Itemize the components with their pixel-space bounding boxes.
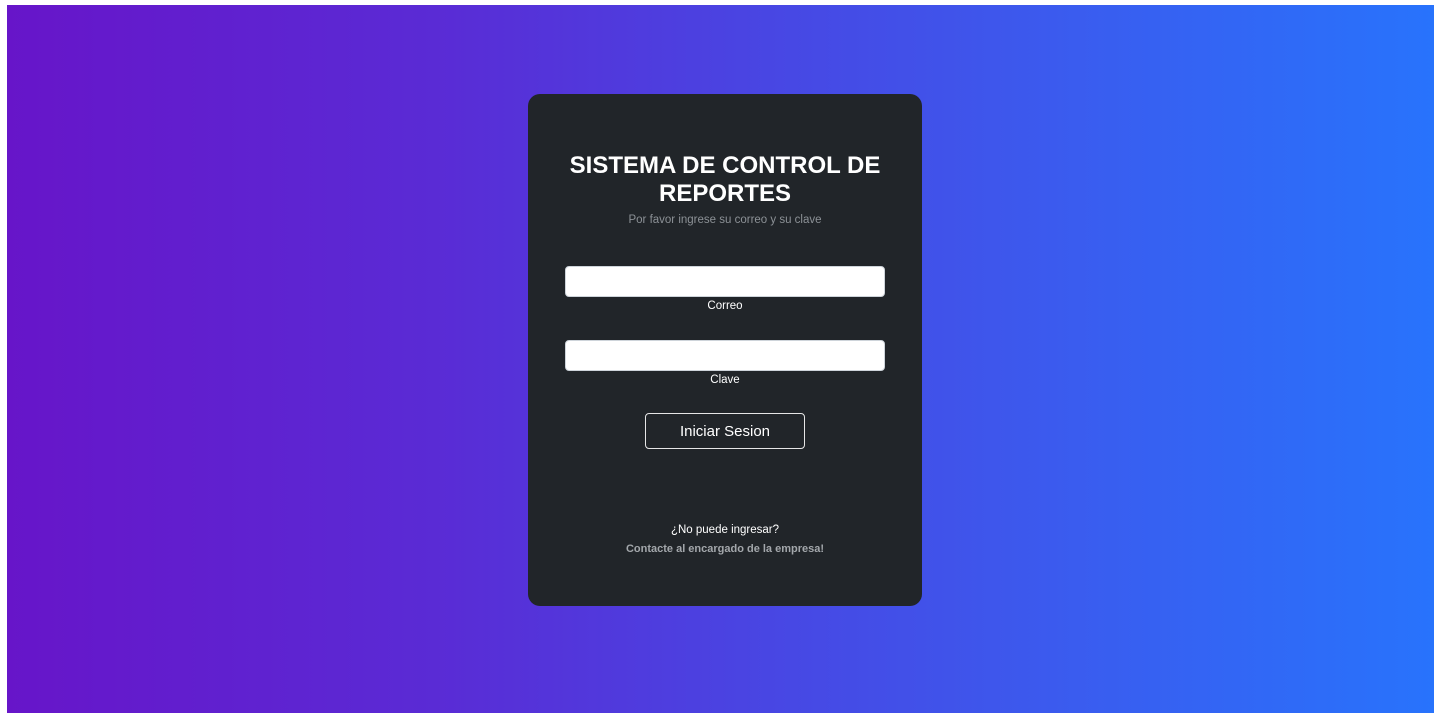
email-field[interactable]	[565, 266, 885, 297]
contact-link[interactable]: Contacte al encargado de la empresa!	[528, 543, 922, 555]
email-label: Correo	[707, 300, 743, 312]
password-field[interactable]	[565, 340, 885, 371]
background: SISTEMA DE CONTROL DE REPORTES Por favor…	[7, 5, 1434, 713]
login-card: SISTEMA DE CONTROL DE REPORTES Por favor…	[528, 94, 922, 606]
login-button[interactable]: Iniciar Sesion	[645, 413, 805, 449]
help-question: ¿No puede ingresar?	[670, 524, 780, 536]
page-title: SISTEMA DE CONTROL DE REPORTES	[569, 152, 881, 207]
login-subtitle: Por favor ingrese su correo y su clave	[628, 214, 822, 226]
password-label: Clave	[710, 374, 740, 386]
